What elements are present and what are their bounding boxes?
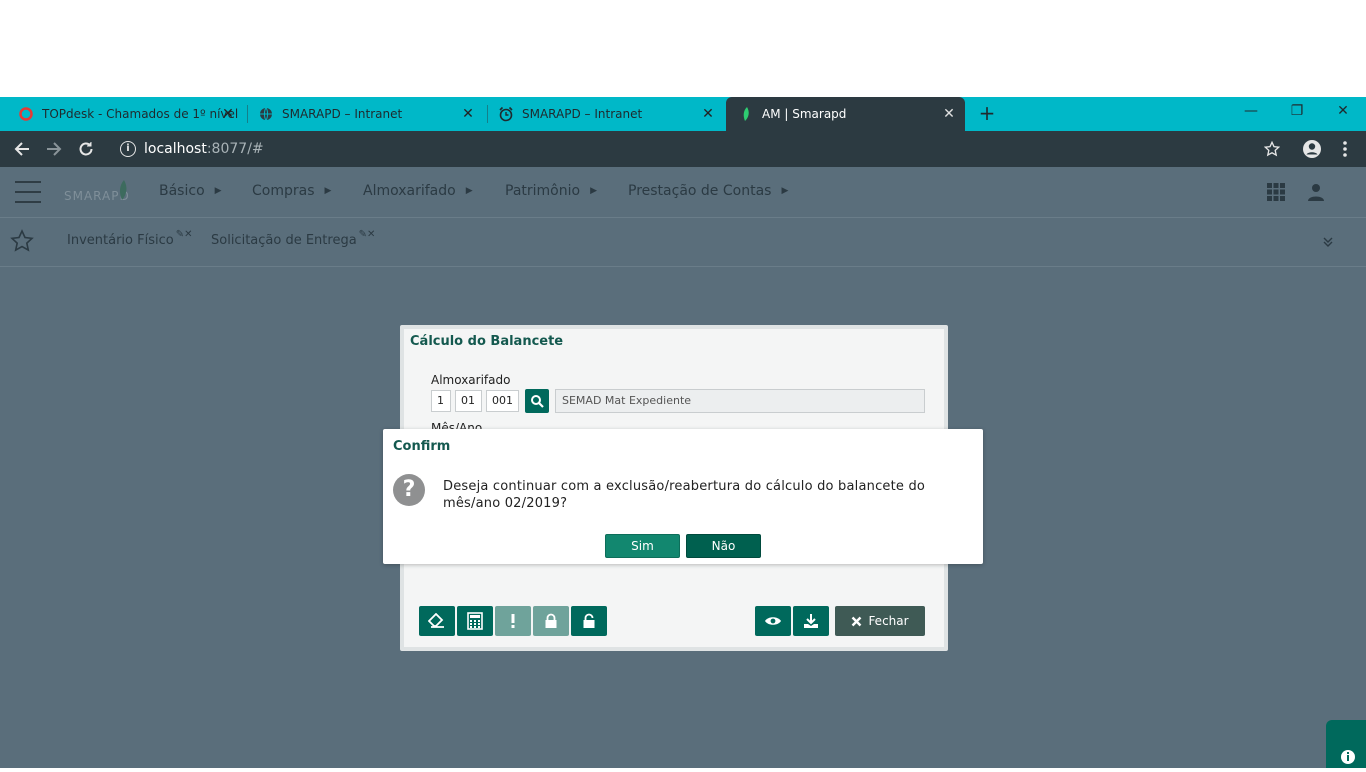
lock-icon xyxy=(545,613,557,628)
favorite-label: Inventário Físico xyxy=(67,233,174,248)
question-icon: ? xyxy=(393,474,425,506)
almox-code-1-input[interactable]: 1 xyxy=(431,390,451,412)
tab-label: AM | Smarapd xyxy=(762,107,847,121)
user-icon[interactable] xyxy=(1308,183,1328,203)
favorites-bar: Inventário Físico ✎✕ Solicitação de Entre… xyxy=(0,219,1366,267)
lock-button[interactable] xyxy=(533,606,569,636)
exclamation-icon xyxy=(511,614,515,628)
double-chevron-down-icon[interactable] xyxy=(1322,233,1336,247)
favorites-star-icon[interactable] xyxy=(10,229,34,253)
topdesk-icon xyxy=(18,106,34,122)
close-tab-icon[interactable]: ✕ xyxy=(941,106,957,122)
restore-icon[interactable]: ❐ xyxy=(1274,97,1320,127)
browser-tab-topdesk[interactable]: TOPdesk - Chamados de 1º nível ✕ xyxy=(18,97,244,131)
hamburger-menu-icon[interactable] xyxy=(15,181,41,203)
reload-icon[interactable] xyxy=(74,137,98,161)
calculate-button[interactable] xyxy=(457,606,493,636)
minimize-icon[interactable]: — xyxy=(1228,97,1274,127)
address-bar[interactable]: i localhost:8077/# xyxy=(112,136,264,162)
address-path: :8077/# xyxy=(206,141,264,157)
app-navbar: SMARAPD Básico ▶ Compras ▶ Almoxarifado ▶ P… xyxy=(0,167,1366,218)
download-button[interactable] xyxy=(793,606,829,636)
caret-right-icon: ▶ xyxy=(324,186,332,196)
tab-label: SMARAPD – Intranet xyxy=(282,107,403,121)
edit-remove-icon[interactable]: ✎✕ xyxy=(359,229,376,240)
smarapd-logo[interactable]: SMARAPD xyxy=(64,179,134,207)
menu-prestacao-contas[interactable]: Prestação de Contas ▶ xyxy=(628,183,788,199)
alarm-clock-icon xyxy=(498,106,514,122)
address-host: localhost xyxy=(144,141,207,157)
download-icon xyxy=(804,614,818,628)
profile-icon[interactable] xyxy=(1300,137,1324,161)
confirm-message: Deseja continuar com a exclusão/reabertu… xyxy=(443,479,926,511)
smarapd-leaf-icon xyxy=(738,106,754,122)
confirm-title: Confirm xyxy=(393,439,451,454)
almoxarifado-label: Almoxarifado xyxy=(431,373,511,387)
close-icon xyxy=(852,616,862,626)
menu-label: Almoxarifado xyxy=(363,183,456,199)
tab-label: TOPdesk - Chamados de 1º nível xyxy=(42,107,239,121)
browser-tabstrip: TOPdesk - Chamados de 1º nível ✕ SMARAPD… xyxy=(0,97,1366,131)
almox-search-button[interactable] xyxy=(525,389,549,413)
eye-icon xyxy=(765,617,781,625)
info-icon xyxy=(1341,750,1355,764)
menu-label: Básico xyxy=(159,183,205,199)
back-icon[interactable] xyxy=(10,137,34,161)
menu-compras[interactable]: Compras ▶ xyxy=(252,183,331,199)
favorite-label: Solicitação de Entrega xyxy=(211,233,357,248)
caret-right-icon: ▶ xyxy=(590,186,597,196)
close-tab-icon[interactable]: ✕ xyxy=(460,106,476,122)
almox-code-2-input[interactable]: 01 xyxy=(455,390,482,412)
app-area: SMARAPD Básico ▶ Compras ▶ Almoxarifado ▶ P… xyxy=(0,167,1366,768)
bookmark-star-icon[interactable] xyxy=(1260,137,1284,161)
dialog-title: Cálculo do Balancete xyxy=(410,334,564,349)
close-window-icon[interactable]: ✕ xyxy=(1320,97,1366,127)
menu-label: Compras xyxy=(252,183,315,199)
close-button-label: Fechar xyxy=(868,614,909,628)
search-icon xyxy=(531,395,544,408)
caret-right-icon: ▶ xyxy=(781,186,789,196)
eraser-icon xyxy=(428,613,444,628)
tab-divider xyxy=(487,105,488,123)
menu-basico[interactable]: Básico ▶ xyxy=(159,183,222,199)
confirm-no-button[interactable]: Não xyxy=(686,534,761,558)
calculator-icon xyxy=(467,612,483,630)
tab-label: SMARAPD – Intranet xyxy=(522,107,643,121)
tab-divider xyxy=(247,105,248,123)
caret-right-icon: ▶ xyxy=(214,186,222,196)
apps-grid-icon[interactable] xyxy=(1267,183,1287,203)
confirm-dialog: Confirm ? Deseja continuar com a exclusã… xyxy=(383,429,983,564)
browser-tab-intranet-1[interactable]: SMARAPD – Intranet ✕ xyxy=(258,97,484,131)
favorite-inventario-fisico[interactable]: Inventário Físico ✎✕ xyxy=(67,229,192,248)
menu-patrimonio[interactable]: Patrimônio ▶ xyxy=(505,183,597,199)
unlock-button[interactable] xyxy=(571,606,607,636)
globe-icon xyxy=(258,106,274,122)
info-button[interactable] xyxy=(1326,720,1366,768)
clear-button[interactable] xyxy=(419,606,455,636)
view-button[interactable] xyxy=(755,606,791,636)
site-info-icon[interactable]: i xyxy=(120,141,136,157)
new-tab-icon[interactable]: + xyxy=(976,102,998,124)
browser-toolbar: i localhost:8077/# xyxy=(0,131,1366,167)
menu-label: Patrimônio xyxy=(505,183,581,199)
more-menu-icon[interactable] xyxy=(1333,137,1357,161)
close-tab-icon[interactable]: ✕ xyxy=(700,106,716,122)
browser-tab-intranet-2[interactable]: SMARAPD – Intranet ✕ xyxy=(498,97,724,131)
warning-button[interactable] xyxy=(495,606,531,636)
confirm-yes-button[interactable]: Sim xyxy=(605,534,680,558)
menu-almoxarifado[interactable]: Almoxarifado ▶ xyxy=(363,183,473,199)
almox-code-3-input[interactable]: 001 xyxy=(486,390,519,412)
close-tab-icon[interactable]: ✕ xyxy=(220,106,236,122)
menu-label: Prestação de Contas xyxy=(628,183,772,199)
edit-remove-icon[interactable]: ✎✕ xyxy=(176,229,193,240)
close-dialog-button[interactable]: Fechar xyxy=(835,606,925,636)
favorite-solicitacao-entrega[interactable]: Solicitação de Entrega ✎✕ xyxy=(211,229,375,248)
caret-right-icon: ▶ xyxy=(465,186,473,196)
forward-icon[interactable] xyxy=(42,137,66,161)
almox-description-field: SEMAD Mat Expediente xyxy=(555,389,925,413)
unlock-icon xyxy=(583,613,595,628)
browser-tab-smarapd[interactable]: AM | Smarapd ✕ xyxy=(726,97,965,131)
